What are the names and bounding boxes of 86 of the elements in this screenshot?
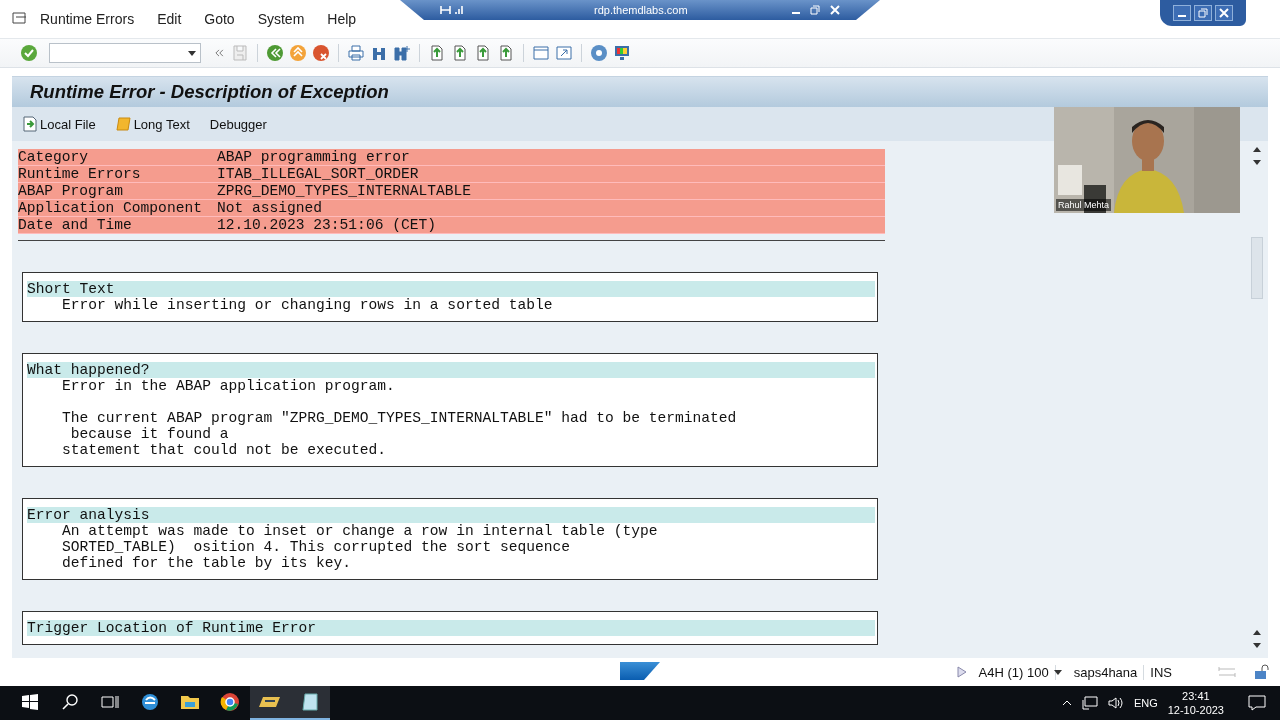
check-icon[interactable] xyxy=(20,44,38,62)
notepad-icon xyxy=(301,692,319,712)
field-label: Category xyxy=(18,149,90,165)
clock[interactable]: 23:41 12-10-2023 xyxy=(1167,689,1224,717)
server-name: saps4hana xyxy=(1067,664,1145,680)
scroll-down-icon[interactable] xyxy=(1252,159,1262,167)
menu-item[interactable]: Edit xyxy=(157,11,182,27)
scroll-up-icon[interactable] xyxy=(1252,145,1262,153)
field-label: Date and Time xyxy=(18,217,133,233)
sap-logo xyxy=(620,662,660,680)
text-line: The current ABAP program "ZPRG_DEMO_TYPES_INTERNALTABLE" had to be terminated xyxy=(61,410,738,426)
command-field[interactable] xyxy=(49,43,201,63)
input-mode: INS xyxy=(1149,664,1173,680)
text-line: statement that could not be executed. xyxy=(61,442,388,458)
print-icon[interactable] xyxy=(347,44,365,62)
dropdown-icon[interactable] xyxy=(188,50,196,56)
connection-title: rdp.themdlabs.com xyxy=(594,4,688,16)
search-icon xyxy=(62,694,78,710)
menu-icon[interactable] xyxy=(12,12,28,26)
close-button[interactable] xyxy=(1215,5,1233,21)
lock-icon[interactable] xyxy=(1254,664,1270,680)
play-icon[interactable] xyxy=(956,666,967,678)
toolbar-button[interactable]: Debugger xyxy=(209,116,267,132)
date: 12-10-2023 xyxy=(1167,703,1224,717)
text-line: SORTED_TABLE) osition 4. This corrupted the sort sequence xyxy=(61,539,571,555)
language-indicator[interactable]: ENG xyxy=(1133,697,1158,709)
menu-item[interactable]: Goto xyxy=(204,11,235,27)
participant-name: Rahul Mehta xyxy=(1056,199,1112,211)
field-value: 12.10.2023 23:51:06 (CET) xyxy=(217,217,436,233)
scroll-up-icon[interactable] xyxy=(1252,628,1262,636)
file-icon xyxy=(22,116,38,132)
section-heading: Short Text xyxy=(27,281,875,297)
text-line: Error while inserting or changing rows in a sorted table xyxy=(61,297,554,313)
network-icon[interactable] xyxy=(1081,696,1098,710)
new-window-icon[interactable] xyxy=(532,44,550,62)
restore-icon[interactable] xyxy=(810,5,820,15)
minimize-icon xyxy=(1178,15,1186,17)
folder-icon xyxy=(180,694,200,710)
chrome-icon xyxy=(220,692,240,712)
field-value: ITAB_ILLEGAL_SORT_ORDER xyxy=(217,166,419,182)
minimize-button[interactable] xyxy=(1173,5,1191,21)
dropdown-icon[interactable] xyxy=(1053,669,1062,675)
previous-page-icon[interactable] xyxy=(451,44,469,62)
speaker-icon[interactable] xyxy=(1107,696,1124,710)
first-page-icon[interactable] xyxy=(428,44,446,62)
screen-title: Runtime Error - Description of Exception xyxy=(30,81,389,103)
section-heading: What happened? xyxy=(27,362,875,378)
task-view-icon xyxy=(101,695,119,709)
restore-icon xyxy=(1198,8,1208,18)
text-line: defined for the table by its key. xyxy=(61,555,353,571)
menu-item[interactable]: System xyxy=(257,11,305,27)
field-value: ABAP programming error xyxy=(217,149,410,165)
monitor-icon[interactable] xyxy=(613,44,631,62)
section-heading: Trigger Location of Runtime Error xyxy=(27,620,875,636)
sap-logon-button[interactable] xyxy=(250,686,290,720)
scroll-icon xyxy=(115,116,132,132)
toolbar-button[interactable]: Long Text xyxy=(115,116,190,132)
scroll-thumb[interactable] xyxy=(1251,237,1263,299)
restore-button[interactable] xyxy=(1194,5,1212,21)
shortcut-icon[interactable] xyxy=(555,44,573,62)
field-value: ZPRG_DEMO_TYPES_INTERNALTABLE xyxy=(217,183,471,199)
close-icon xyxy=(1219,8,1229,18)
next-page-icon[interactable] xyxy=(474,44,492,62)
menu-item[interactable]: Help xyxy=(327,11,357,27)
toolbar-button[interactable]: Local File xyxy=(22,116,96,132)
cancel-icon[interactable] xyxy=(312,44,330,62)
back-icon[interactable] xyxy=(266,44,284,62)
text-line: Error in the ABAP application program. xyxy=(61,378,396,394)
menu-item[interactable]: Runtime Errors xyxy=(40,11,135,27)
close-icon[interactable] xyxy=(830,5,840,15)
section-heading: Error analysis xyxy=(27,507,875,523)
text-line: An attempt was made to inset or change a row in internal table (type xyxy=(61,523,659,539)
field-label: Application Component xyxy=(18,200,203,216)
notepad-button[interactable] xyxy=(290,686,330,720)
text-line: because it found a xyxy=(69,426,230,442)
field-label: ABAP Program xyxy=(18,183,125,199)
scroll-down-icon[interactable] xyxy=(1252,642,1262,650)
field-label: Runtime Errors xyxy=(18,166,142,182)
browser-icon xyxy=(140,692,160,712)
notification-icon[interactable] xyxy=(1248,695,1266,711)
time: 23:41 xyxy=(1182,689,1210,703)
field-value: Not assigned xyxy=(217,200,323,216)
caret-icon[interactable] xyxy=(1061,700,1072,706)
sap-logon-icon xyxy=(259,695,281,709)
windows-icon xyxy=(22,694,38,710)
last-page-icon[interactable] xyxy=(497,44,515,62)
